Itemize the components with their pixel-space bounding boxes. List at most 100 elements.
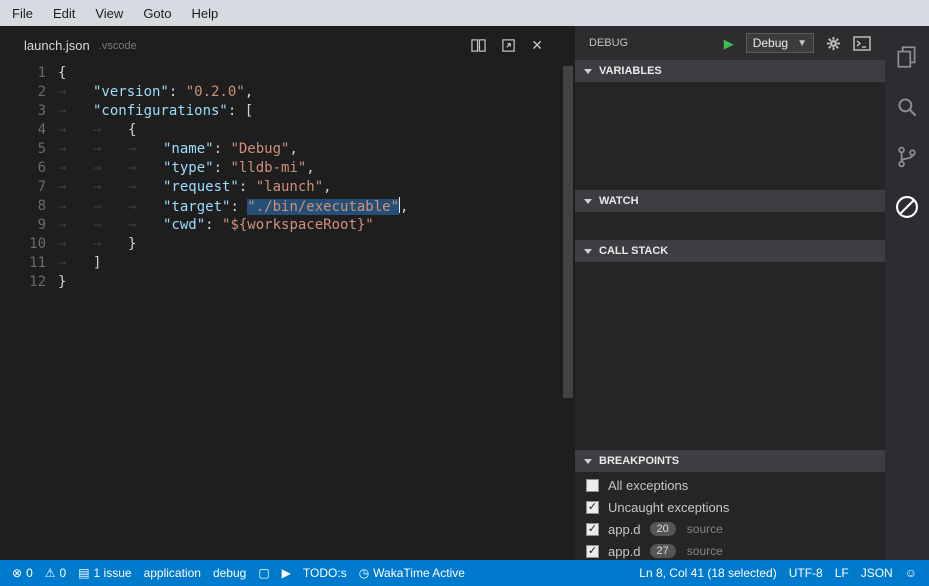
activity-bar — [885, 26, 929, 560]
breakpoint-checkbox[interactable] — [586, 479, 599, 492]
line-number[interactable]: 10 — [0, 235, 46, 254]
source-control-icon[interactable] — [885, 132, 929, 182]
errors-status[interactable]: ⊗0 — [6, 560, 39, 586]
code-line[interactable]: 2→"version": "0.2.0", — [0, 83, 575, 102]
line-content: →→{ — [46, 121, 136, 140]
document-status[interactable]: ▢ — [252, 560, 275, 586]
section-variables-header[interactable]: VARIABLES — [575, 60, 885, 82]
breakpoint-checkbox[interactable]: ✓ — [586, 545, 599, 558]
close-editor-icon[interactable]: ✕ — [531, 38, 543, 52]
line-content: →→→"type": "lldb-mi", — [46, 159, 315, 178]
line-content: →→→"target": "./bin/executable", — [46, 197, 408, 216]
editor-scrollbar[interactable] — [561, 64, 575, 560]
breakpoint-checkbox[interactable]: ✓ — [586, 501, 599, 514]
breakpoints-list: All exceptions✓Uncaught exceptions✓app.d… — [575, 472, 885, 560]
breakpoint-label: All exceptions — [608, 478, 688, 493]
code-line[interactable]: 12} — [0, 273, 575, 292]
section-breakpoints-header[interactable]: BREAKPOINTS — [575, 450, 885, 472]
line-number[interactable]: 4 — [0, 121, 46, 140]
scrollbar-thumb[interactable] — [563, 66, 573, 398]
line-content: →"version": "0.2.0", — [46, 83, 253, 102]
file-path: .vscode — [99, 38, 137, 52]
code-line[interactable]: 3→"configurations": [ — [0, 102, 575, 121]
language-status[interactable]: JSON — [855, 560, 899, 586]
gear-icon[interactable] — [826, 36, 841, 51]
wakatime-status[interactable]: ◷WakaTime Active — [353, 560, 471, 586]
menu-item-goto[interactable]: Goto — [133, 2, 181, 25]
breakpoint-detail: source — [687, 522, 723, 536]
line-number[interactable]: 2 — [0, 83, 46, 102]
line-number[interactable]: 9 — [0, 216, 46, 235]
split-editor-icon[interactable] — [471, 38, 486, 53]
debug-config-select[interactable]: Debug ▼ — [746, 33, 814, 53]
line-content: →→} — [46, 235, 136, 254]
issues-status[interactable]: ▤1 issue — [72, 560, 137, 586]
breakpoint-item[interactable]: ✓app.d27source — [575, 540, 885, 562]
menu-bar: FileEditViewGotoHelp — [0, 0, 929, 26]
debug-status[interactable]: debug — [207, 560, 252, 586]
line-number[interactable]: 11 — [0, 254, 46, 273]
code-line[interactable]: 10→→} — [0, 235, 575, 254]
search-icon[interactable] — [885, 82, 929, 132]
twisty-icon — [584, 249, 592, 254]
eol-status[interactable]: LF — [829, 560, 855, 586]
line-number[interactable]: 8 — [0, 197, 46, 216]
start-debug-button[interactable]: ▶ — [724, 37, 734, 50]
code-line[interactable]: 1{ — [0, 64, 575, 83]
line-content: →→→"name": "Debug", — [46, 140, 298, 159]
status-text: 0 — [26, 566, 33, 580]
open-preview-icon[interactable] — [501, 38, 516, 53]
warnings-status[interactable]: ⚠0 — [39, 560, 72, 586]
encoding-status[interactable]: UTF-8 — [783, 560, 829, 586]
breakpoint-item[interactable]: ✓ Uncaught exceptions — [575, 496, 885, 518]
breakpoint-label: app.d — [608, 544, 641, 559]
todo-status[interactable]: TODO:s — [297, 560, 353, 586]
breakpoint-checkbox[interactable]: ✓ — [586, 523, 599, 536]
section-callstack-header[interactable]: CALL STACK — [575, 240, 885, 262]
code-line[interactable]: 4→→{ — [0, 121, 575, 140]
status-text: 0 — [60, 566, 67, 580]
line-number[interactable]: 1 — [0, 64, 46, 83]
application-status[interactable]: application — [138, 560, 207, 586]
run-status[interactable]: ▶ — [276, 560, 297, 586]
line-content: { — [46, 64, 66, 83]
section-watch-header[interactable]: WATCH — [575, 190, 885, 212]
editor-actions: ✕ — [471, 38, 543, 53]
line-number-badge: 27 — [650, 544, 676, 558]
debug-icon[interactable] — [885, 182, 929, 232]
code-area[interactable]: 1{2→"version": "0.2.0",3→"configurations… — [0, 64, 575, 292]
code-line[interactable]: 11→] — [0, 254, 575, 273]
debug-config-label: Debug — [753, 36, 788, 50]
code-line[interactable]: 7→→→"request": "launch", — [0, 178, 575, 197]
breakpoint-label: Uncaught exceptions — [608, 500, 729, 515]
debug-panel-header: DEBUG ▶ Debug ▼ — [575, 26, 885, 60]
menu-item-edit[interactable]: Edit — [43, 2, 85, 25]
code-line[interactable]: 5→→→"name": "Debug", — [0, 140, 575, 159]
code-line[interactable]: 8→→→"target": "./bin/executable", — [0, 197, 575, 216]
breakpoint-item[interactable]: All exceptions — [575, 474, 885, 496]
status-text: UTF-8 — [789, 566, 823, 580]
line-number[interactable]: 7 — [0, 178, 46, 197]
status-bar: ⊗0⚠0▤1 issueapplicationdebug▢ ▶ TODO:s◷Wak… — [0, 560, 929, 586]
feedback-status[interactable]: ☺ — [899, 560, 923, 586]
menu-item-help[interactable]: Help — [182, 2, 229, 25]
code-line[interactable]: 6→→→"type": "lldb-mi", — [0, 159, 575, 178]
play-icon: ▶ — [282, 567, 291, 579]
line-number[interactable]: 6 — [0, 159, 46, 178]
twisty-icon — [584, 69, 592, 74]
status-text: WakaTime Active — [373, 566, 465, 580]
breakpoint-item[interactable]: ✓app.d20source — [575, 518, 885, 540]
code-line[interactable]: 9→→→"cwd": "${workspaceRoot}" — [0, 216, 575, 235]
chevron-down-icon: ▼ — [797, 38, 807, 49]
explorer-icon[interactable] — [885, 32, 929, 82]
status-text: LF — [835, 566, 849, 580]
menu-item-view[interactable]: View — [85, 2, 133, 25]
line-number[interactable]: 3 — [0, 102, 46, 121]
section-title: WATCH — [599, 195, 639, 207]
menu-item-file[interactable]: File — [2, 2, 43, 25]
line-number[interactable]: 5 — [0, 140, 46, 159]
debug-console-icon[interactable] — [853, 36, 871, 51]
cursor-position-status[interactable]: Ln 8, Col 41 (18 selected) — [633, 560, 782, 586]
variables-body — [575, 82, 885, 190]
line-number[interactable]: 12 — [0, 273, 46, 292]
